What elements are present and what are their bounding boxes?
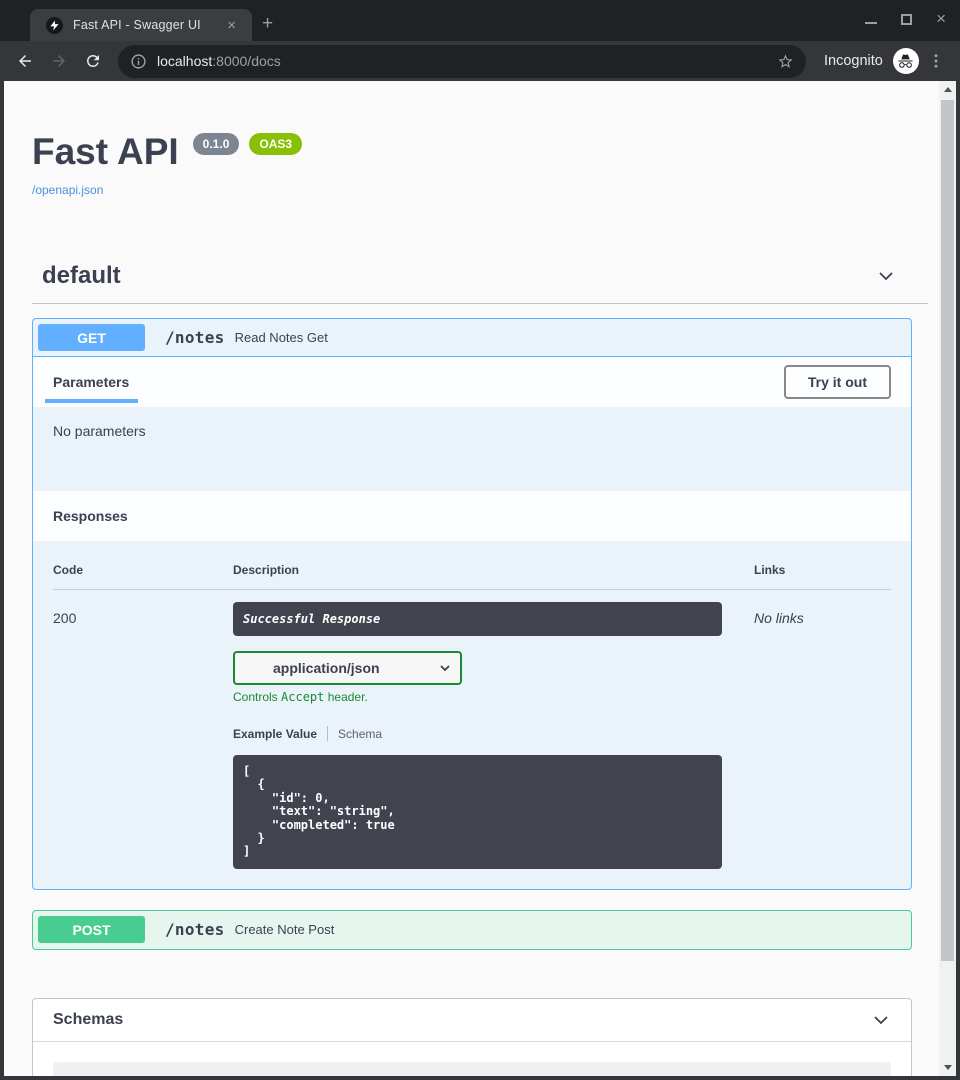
responses-header: Responses — [33, 491, 911, 541]
api-info: Fast API 0.1.0 OAS3 /openapi.json — [32, 131, 939, 199]
tab-separator — [327, 726, 328, 741]
schemas-title: Schemas — [53, 1011, 123, 1029]
col-header-description: Description — [233, 563, 754, 577]
parameters-tab-underline — [45, 399, 138, 403]
col-header-links: Links — [754, 563, 891, 577]
tab-strip: Fast API - Swagger UI × + × — [0, 0, 960, 41]
fastapi-favicon-icon — [46, 17, 63, 34]
page-content: Fast API 0.1.0 OAS3 /openapi.json defaul… — [4, 81, 939, 1076]
accept-header-note: Controls Accept header. — [233, 690, 722, 704]
incognito-icon — [893, 48, 919, 74]
version-badge: 0.1.0 — [193, 133, 240, 155]
tag-header-default[interactable]: default — [32, 259, 916, 293]
scrollbar-down-icon[interactable] — [939, 1059, 956, 1076]
example-schema-tabs: Example Value Schema — [233, 726, 722, 741]
maximize-icon[interactable] — [901, 14, 912, 25]
openapi-json-link[interactable]: /openapi.json — [32, 183, 103, 197]
no-parameters-text: No parameters — [33, 407, 911, 491]
browser-menu-icon[interactable] — [927, 52, 945, 70]
post-summary-text: Create Note Post — [235, 922, 335, 937]
schemas-section: Schemas Note — [32, 998, 912, 1076]
schemas-header[interactable]: Schemas — [33, 999, 911, 1042]
opblock-post-notes: POST /notes Create Note Post — [32, 910, 912, 950]
tab-example-value[interactable]: Example Value — [233, 727, 317, 741]
oas3-badge: OAS3 — [249, 133, 302, 155]
window-controls: × — [865, 12, 946, 26]
swagger-page: Fast API 0.1.0 OAS3 /openapi.json defaul… — [4, 81, 956, 1076]
incognito-label: Incognito — [824, 53, 883, 69]
scrollbar-thumb[interactable] — [941, 100, 954, 961]
col-header-code: Code — [53, 563, 233, 577]
bookmark-star-icon[interactable] — [777, 53, 794, 70]
new-tab-icon[interactable]: + — [262, 14, 273, 34]
response-links: No links — [754, 602, 891, 869]
get-method-button[interactable]: GET — [38, 324, 145, 351]
response-description: Successful Response — [233, 602, 722, 636]
example-json-block: [ { "id": 0, "text": "string", "complete… — [233, 755, 722, 869]
media-type-control: application/json — [233, 651, 462, 685]
response-code: 200 — [53, 602, 233, 869]
get-path: /notes — [155, 328, 235, 347]
tag-name: default — [42, 262, 121, 290]
url-path: :8000/docs — [212, 53, 281, 69]
schemas-chevron-down-icon[interactable] — [871, 1010, 891, 1030]
models-body: Note — [33, 1042, 911, 1076]
url-host: localhost — [157, 53, 212, 69]
media-type-select[interactable]: application/json — [233, 651, 462, 685]
window-close-icon[interactable]: × — [936, 12, 946, 26]
accept-code-text: Accept — [281, 690, 324, 704]
page-shell: Fast API 0.1.0 OAS3 /openapi.json defaul… — [0, 81, 960, 1080]
page-scrollbar[interactable] — [939, 81, 956, 1076]
tab-schema[interactable]: Schema — [338, 727, 382, 741]
model-note[interactable]: Note — [53, 1062, 891, 1076]
post-notes-summary[interactable]: POST /notes Create Note Post — [33, 911, 911, 949]
try-it-out-button[interactable]: Try it out — [784, 365, 891, 399]
parameters-tab[interactable]: Parameters — [53, 374, 129, 390]
browser-window: Fast API - Swagger UI × + × localhost:80… — [0, 0, 960, 1080]
responses-title: Responses — [53, 508, 128, 524]
tab-close-icon[interactable]: × — [221, 17, 242, 34]
scrollbar-up-icon[interactable] — [939, 81, 956, 98]
browser-toolbar: localhost:8000/docs Incognito — [0, 41, 960, 81]
parameters-header: Parameters Try it out — [33, 357, 911, 407]
responses-table-header: Code Description Links — [53, 563, 891, 590]
tag-divider — [32, 303, 928, 304]
post-path: /notes — [155, 920, 235, 939]
responses-body: Code Description Links 200 Successful Re… — [33, 541, 911, 889]
chevron-down-icon[interactable] — [876, 266, 896, 286]
opblock-get-notes: GET /notes Read Notes Get Parameters Try… — [32, 318, 912, 890]
get-summary-text: Read Notes Get — [235, 330, 328, 345]
reload-icon[interactable] — [84, 52, 102, 70]
get-notes-summary[interactable]: GET /notes Read Notes Get — [33, 319, 911, 357]
tag-section-default: default GET /notes Read Notes Get Parame… — [32, 259, 939, 950]
post-method-button[interactable]: POST — [38, 916, 145, 943]
site-info-icon[interactable] — [130, 53, 147, 70]
forward-icon[interactable] — [50, 52, 68, 70]
tab-title: Fast API - Swagger UI — [73, 18, 221, 32]
minimize-icon[interactable] — [865, 22, 877, 24]
url-text[interactable]: localhost:8000/docs — [157, 53, 777, 69]
browser-tab[interactable]: Fast API - Swagger UI × — [30, 9, 252, 41]
response-row-200: 200 Successful Response application/json — [53, 590, 891, 869]
page-title: Fast API — [32, 131, 179, 173]
back-icon[interactable] — [16, 52, 34, 70]
address-bar[interactable]: localhost:8000/docs — [118, 45, 806, 78]
